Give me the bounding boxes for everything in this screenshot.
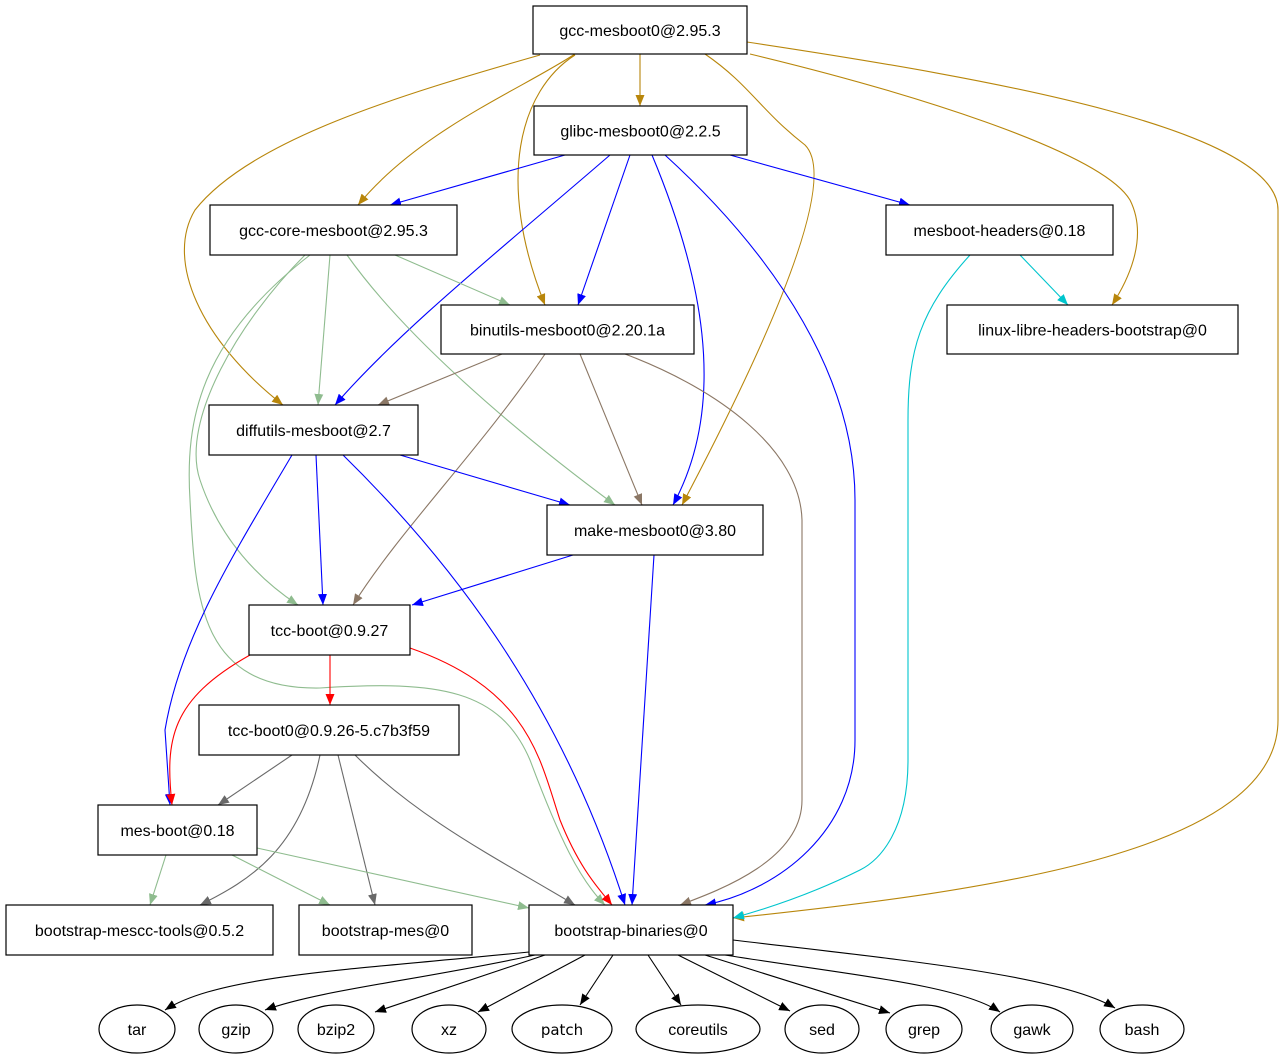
node-bootstrap-mes[interactable]: bootstrap-mes@0 — [298, 904, 473, 956]
node-bootstrap-binaries[interactable]: bootstrap-binaries@0 — [528, 904, 734, 956]
node-label: grep — [908, 1022, 940, 1039]
node-gcc-core-mesboot[interactable]: gcc-core-mesboot@2.95.3 — [209, 204, 458, 256]
node-binutils-mesboot0[interactable]: binutils-mesboot0@2.20.1a — [440, 304, 695, 355]
node-label: bzip2 — [317, 1022, 355, 1039]
edge-tcc-boot-to-bootstrap-binaries — [409, 647, 613, 906]
node-label: sed — [809, 1022, 835, 1039]
node-bootstrap-mescc-tools[interactable]: bootstrap-mescc-tools@0.5.2 — [5, 904, 274, 956]
node-label: diffutils-mesboot@2.7 — [236, 423, 391, 440]
node-label: gcc-core-mesboot@2.95.3 — [239, 223, 428, 240]
node-gzip[interactable]: gzip — [198, 1004, 274, 1054]
node-label: tcc-boot0@0.9.26-5.c7b3f59 — [228, 723, 430, 740]
node-grep[interactable]: grep — [885, 1004, 963, 1054]
node-coreutils[interactable]: coreutils — [635, 1004, 761, 1054]
node-label: make-mesboot0@3.80 — [574, 523, 736, 540]
edge-gcc-core-mesboot-to-binutils-mesboot0 — [394, 254, 511, 306]
edge-glibc-mesboot0-to-diffutils-mesboot — [334, 154, 611, 406]
node-label: xz — [441, 1022, 457, 1039]
edge-mes-boot-to-bootstrap-mes — [231, 854, 331, 906]
dependency-graph: gcc-mesboot0@2.95.3 glibc-mesboot0@2.2.5 g… — [5, 5, 1279, 1054]
node-label: bootstrap-binaries@0 — [554, 923, 707, 940]
node-label: mes-boot@0.18 — [120, 823, 234, 840]
edge-tcc-boot0-to-bootstrap-mes — [337, 754, 377, 906]
node-linux-libre-headers-bootstrap[interactable]: linux-libre-headers-bootstrap@0 — [946, 304, 1239, 355]
node-label: gzip — [221, 1022, 250, 1039]
edge-bootstrap-binaries-to-coreutils — [647, 954, 682, 1006]
node-label: patch — [541, 1021, 583, 1039]
node-gcc-mesboot0[interactable]: gcc-mesboot0@2.95.3 — [532, 5, 748, 55]
node-diffutils-mesboot[interactable]: diffutils-mesboot@2.7 — [208, 404, 419, 456]
node-label: linux-libre-headers-bootstrap@0 — [978, 323, 1207, 340]
edge-gcc-mesboot0-to-binutils-mesboot0 — [517, 54, 576, 306]
node-mes-boot[interactable]: mes-boot@0.18 — [97, 804, 258, 856]
edge-glibc-mesboot0-to-gcc-core-mesboot — [389, 154, 566, 207]
node-label: mesboot-headers@0.18 — [914, 223, 1086, 240]
node-bash[interactable]: bash — [1099, 1004, 1185, 1054]
edge-binutils-mesboot0-to-tcc-boot — [352, 353, 546, 606]
edge-gcc-mesboot0-to-bootstrap-binaries — [732, 41, 1279, 922]
edge-tcc-boot0-to-mes-boot — [217, 754, 293, 806]
edge-glibc-mesboot0-to-binutils-mesboot0 — [577, 154, 631, 306]
node-gawk[interactable]: gawk — [990, 1004, 1074, 1054]
edge-make-mesboot0-to-tcc-boot — [411, 554, 574, 607]
edge-bootstrap-binaries-to-bash — [732, 939, 1116, 1009]
node-tcc-boot[interactable]: tcc-boot@0.9.27 — [248, 604, 411, 656]
edge-bootstrap-binaries-to-sed — [677, 954, 791, 1012]
edge-mesboot-headers-to-bootstrap-binaries — [732, 254, 971, 920]
node-patch[interactable]: patch — [511, 1004, 613, 1054]
node-label: tcc-boot@0.9.27 — [271, 623, 389, 640]
node-xz[interactable]: xz — [411, 1004, 487, 1054]
node-label: gcc-mesboot0@2.95.3 — [559, 23, 720, 40]
edge-gcc-core-mesboot-to-diffutils-mesboot — [314, 254, 331, 406]
node-sed[interactable]: sed — [784, 1004, 860, 1054]
edge-tcc-boot0-to-bootstrap-binaries — [354, 754, 576, 906]
node-label: gawk — [1013, 1022, 1051, 1039]
edge-diffutils-mesboot-to-make-mesboot0 — [399, 454, 571, 507]
node-tcc-boot0[interactable]: tcc-boot0@0.9.26-5.c7b3f59 — [198, 704, 460, 756]
edge-bootstrap-binaries-to-grep — [704, 954, 891, 1015]
edge-mes-boot-to-bootstrap-mescc-tools — [149, 854, 167, 906]
node-label: coreutils — [668, 1022, 728, 1039]
edge-binutils-mesboot0-to-bootstrap-binaries — [624, 353, 803, 906]
node-glibc-mesboot0[interactable]: glibc-mesboot0@2.2.5 — [533, 105, 748, 156]
edge-mes-boot-to-bootstrap-binaries — [256, 847, 530, 911]
edge-make-mesboot0-to-bootstrap-binaries — [628, 554, 655, 906]
edge-bootstrap-binaries-to-patch — [579, 954, 614, 1006]
node-make-mesboot0[interactable]: make-mesboot0@3.80 — [546, 504, 764, 556]
edge-binutils-mesboot0-to-diffutils-mesboot — [377, 353, 503, 406]
node-label: binutils-mesboot0@2.20.1a — [470, 323, 665, 340]
node-tar[interactable]: tar — [98, 1004, 176, 1054]
node-label: glibc-mesboot0@2.2.5 — [560, 124, 720, 141]
node-label: bootstrap-mes@0 — [322, 923, 450, 940]
node-label: bootstrap-mescc-tools@0.5.2 — [35, 923, 244, 940]
edge-mesboot-headers-to-linux-libre-headers-bootstrap — [1019, 254, 1069, 306]
node-label: bash — [1125, 1022, 1160, 1039]
node-bzip2[interactable]: bzip2 — [297, 1004, 375, 1054]
edge-bootstrap-binaries-to-gawk — [724, 954, 1001, 1013]
node-label: tar — [128, 1022, 147, 1039]
edge-gcc-mesboot0-to-linux-libre-headers-bootstrap — [749, 53, 1139, 306]
edge-bootstrap-binaries-to-bzip2 — [374, 954, 546, 1013]
edge-binutils-mesboot0-to-make-mesboot0 — [579, 353, 643, 506]
node-mesboot-headers[interactable]: mesboot-headers@0.18 — [885, 204, 1114, 256]
edge-bootstrap-binaries-to-tar — [164, 951, 530, 1011]
edge-glibc-mesboot0-to-mesboot-headers — [729, 154, 911, 207]
edge-bootstrap-binaries-to-gzip — [264, 954, 536, 1011]
edge-diffutils-mesboot-to-tcc-boot — [315, 454, 327, 606]
